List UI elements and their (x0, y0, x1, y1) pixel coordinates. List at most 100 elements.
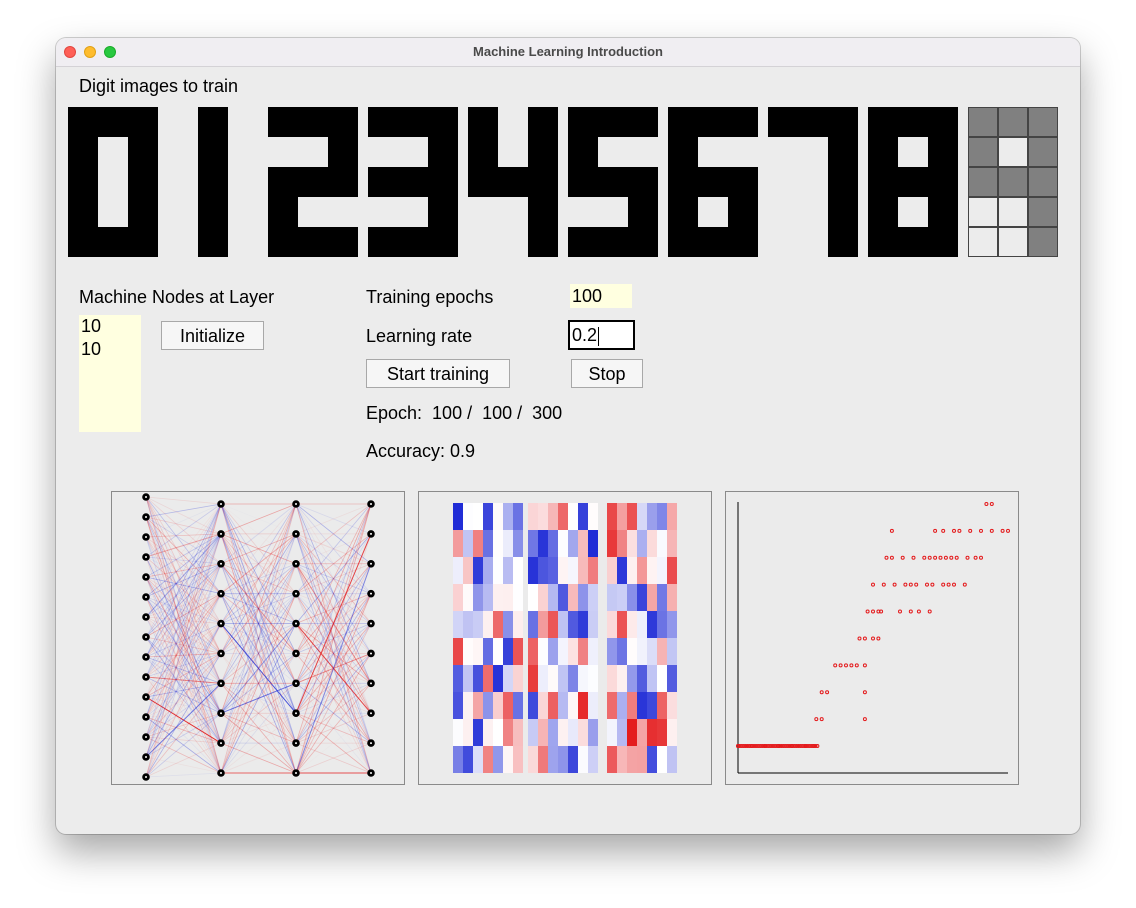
layer-nodes-item[interactable]: 10 (81, 338, 141, 361)
digit-cell[interactable] (998, 167, 1028, 197)
network-node-center (295, 712, 297, 715)
heatmap-cell (627, 530, 637, 557)
heatmap-cell (513, 557, 523, 584)
digit-cell[interactable] (1028, 167, 1058, 197)
heatmap-cell (513, 611, 523, 638)
digit-cell (198, 137, 228, 167)
digit-cell (528, 167, 558, 197)
heatmap-cell (647, 584, 657, 611)
network-node-center (370, 592, 372, 595)
digit-cell[interactable] (998, 107, 1028, 137)
accuracy-point (916, 609, 921, 614)
stop-button[interactable]: Stop (571, 359, 643, 388)
heatmap-cell (453, 665, 463, 692)
heatmap-cell (667, 638, 677, 665)
heatmap-cell (647, 611, 657, 638)
network-node-center (145, 716, 147, 718)
heatmap-cell (617, 638, 627, 665)
heatmap-cell (538, 557, 548, 584)
heatmap-cell (538, 530, 548, 557)
heatmap-cell (617, 719, 627, 746)
digit-cell (728, 197, 758, 227)
heatmap-cell (493, 692, 503, 719)
heatmap-cell (463, 638, 473, 665)
digit-cell[interactable] (968, 107, 998, 137)
digit-cell (828, 197, 858, 227)
heatmap-cell (588, 665, 598, 692)
heatmap-cell (528, 638, 538, 665)
digit-cell (268, 227, 298, 257)
heatmap-cell (667, 530, 677, 557)
digit-cell (498, 167, 528, 197)
accuracy-point (838, 663, 843, 668)
heatmap-cell (473, 692, 483, 719)
digit-cell[interactable] (968, 197, 998, 227)
digit-image[interactable] (268, 107, 358, 257)
heatmap-cell (453, 638, 463, 665)
heatmap-cell (528, 530, 538, 557)
digit-image[interactable] (868, 107, 958, 257)
start-training-button[interactable]: Start training (366, 359, 510, 388)
heatmap-cell (578, 584, 588, 611)
digit-cell[interactable] (1028, 197, 1058, 227)
digit-cell[interactable] (968, 167, 998, 197)
digit-cell (128, 137, 158, 167)
digit-cell (328, 227, 358, 257)
heatmap-cell (473, 611, 483, 638)
digit-cell[interactable] (1028, 107, 1058, 137)
heatmap-cell (528, 665, 538, 692)
heatmap-cell (493, 719, 503, 746)
initialize-button[interactable]: Initialize (161, 321, 264, 350)
heatmap-cell (617, 746, 627, 773)
digit-images[interactable] (68, 107, 1068, 262)
accuracy-point (862, 717, 867, 722)
heatmap-cell (588, 692, 598, 719)
accuracy-point (871, 609, 875, 614)
weights-heatmap (453, 503, 677, 773)
heatmap-cell (588, 584, 598, 611)
network-node-center (370, 772, 372, 774)
layer-nodes-list[interactable]: 10 10 (79, 315, 141, 432)
digit-cell (68, 197, 98, 227)
epochs-field[interactable]: 100 (570, 284, 632, 308)
heatmap-cell (453, 557, 463, 584)
digit-cell[interactable] (1028, 227, 1058, 257)
digit-image[interactable] (768, 107, 858, 257)
layer-nodes-item[interactable]: 10 (81, 315, 141, 338)
digit-image[interactable] (468, 107, 558, 257)
learning-rate-value: 0.2 (572, 325, 598, 345)
digit-cell[interactable] (998, 197, 1028, 227)
digit-cell[interactable] (968, 227, 998, 257)
digit-cell (128, 227, 158, 257)
digit-image[interactable] (568, 107, 658, 257)
network-node-center (220, 712, 222, 715)
heatmap-cell (607, 719, 617, 746)
digit-cell (698, 167, 728, 197)
learning-rate-field[interactable]: 0.2 (568, 320, 635, 350)
digit-cell[interactable] (998, 137, 1028, 167)
accuracy-point (952, 582, 956, 587)
heatmap-cell (657, 665, 667, 692)
digit-cell[interactable] (968, 137, 998, 167)
digit-image[interactable] (68, 107, 158, 257)
heatmap-cell (667, 611, 677, 638)
digit-image[interactable] (368, 107, 458, 257)
heatmap-cell (568, 584, 578, 611)
heatmap-cell (617, 665, 627, 692)
digit-image[interactable] (668, 107, 758, 257)
digit-cell (198, 227, 228, 257)
heatmap-cell (558, 584, 568, 611)
network-node-center (295, 652, 297, 655)
digit-cell (568, 137, 598, 167)
network-node-center (295, 772, 297, 774)
heatmap-cell (538, 611, 548, 638)
digit-image[interactable] (198, 107, 228, 257)
network-node-center (370, 622, 372, 625)
digit-cell (68, 107, 98, 137)
digit-image[interactable] (968, 107, 1058, 257)
digit-cell[interactable] (998, 227, 1028, 257)
heatmap-cell (483, 692, 493, 719)
heatmap-cell (667, 665, 677, 692)
digit-cell[interactable] (1028, 137, 1058, 167)
heatmap-cell (453, 611, 463, 638)
